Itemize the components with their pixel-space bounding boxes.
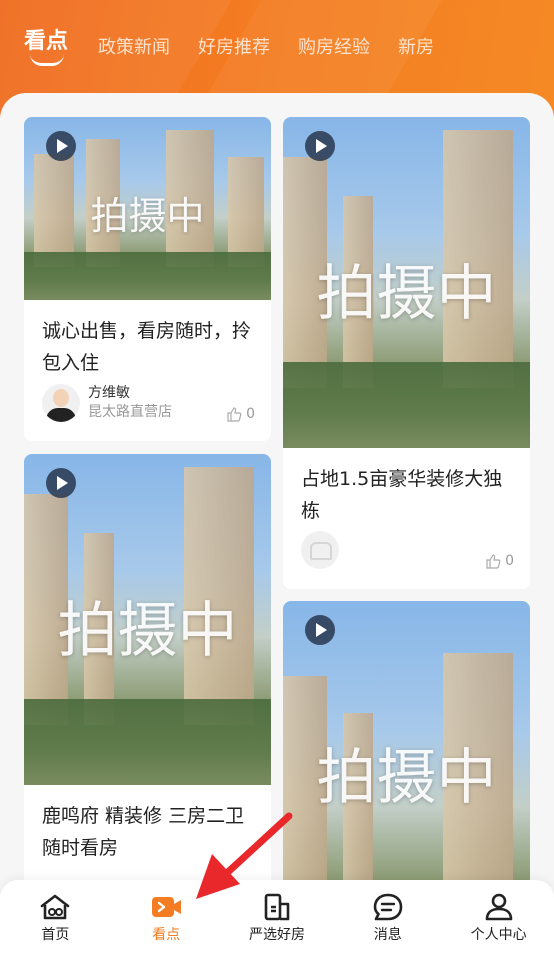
bottom-navigation: 首页 看点 严选好房 消息 个人中心 (0, 880, 554, 954)
author-info[interactable]: 方维敏 昆太路直营店 (42, 384, 172, 422)
tab-kandian[interactable]: 看点 (24, 26, 68, 66)
play-icon[interactable] (305, 615, 335, 645)
shooting-overlay-text: 拍摄中 (57, 596, 238, 666)
like-button[interactable]: 0 (226, 406, 255, 422)
nav-label: 严选好房 (248, 927, 305, 943)
play-icon[interactable] (305, 131, 335, 161)
author-store: 昆太路直营店 (88, 404, 172, 420)
nav-item-messages[interactable]: 消息 (332, 880, 443, 954)
video-thumbnail[interactable]: 拍摄中 (24, 454, 271, 785)
home-icon (41, 894, 70, 920)
nav-label: 消息 (373, 927, 402, 943)
video-card[interactable]: 拍摄中 鹿鸣府 精装修 三房二卫 随时看房 (24, 454, 271, 954)
play-icon[interactable] (46, 131, 76, 161)
nav-label: 看点 (152, 927, 181, 943)
card-title: 鹿鸣府 精装修 三房二卫 随时看房 (42, 805, 245, 859)
like-button[interactable]: 0 (485, 553, 514, 569)
author-name: 方维敏 (88, 385, 130, 401)
shooting-overlay-text: 拍摄中 (316, 259, 497, 329)
avatar (42, 384, 80, 422)
message-icon (373, 893, 403, 921)
video-card[interactable]: 拍摄中 诚心出售，看房随时，拎包入住 方维敏 昆太路直营店 0 (24, 117, 271, 441)
like-count: 0 (505, 553, 514, 569)
tab-new-homes[interactable]: 新房 (398, 26, 434, 70)
video-thumbnail[interactable]: 拍摄中 (283, 117, 530, 448)
nav-label: 个人中心 (470, 927, 527, 943)
person-icon (485, 893, 512, 921)
tab-buying-experience[interactable]: 购房经验 (298, 26, 370, 70)
category-tabs: 看点 政策新闻 好房推荐 购房经验 新房 (24, 26, 462, 70)
nav-item-selected-homes[interactable]: 严选好房 (222, 880, 333, 954)
card-title: 占地1.5亩豪华装修大独栋 (301, 468, 503, 522)
nav-label: 首页 (41, 927, 70, 943)
play-icon[interactable] (46, 468, 76, 498)
shooting-overlay-text: 拍摄中 (90, 194, 205, 238)
video-card[interactable]: 拍摄中 占地1.5亩豪华装修大独栋 0 (283, 117, 530, 589)
thumbs-up-icon (227, 407, 242, 422)
like-count: 0 (246, 406, 255, 422)
active-tab-indicator (30, 54, 64, 66)
nav-item-kandian[interactable]: 看点 (111, 880, 222, 954)
nav-item-home[interactable]: 首页 (0, 880, 111, 954)
thumbs-up-icon (486, 554, 501, 569)
tab-good-homes[interactable]: 好房推荐 (198, 26, 270, 70)
video-feed[interactable]: 拍摄中 诚心出售，看房随时，拎包入住 方维敏 昆太路直营店 0 拍摄中 占地1.… (0, 93, 554, 954)
video-thumbnail[interactable]: 拍摄中 (24, 117, 271, 300)
avatar (301, 531, 339, 569)
tab-policy-news[interactable]: 政策新闻 (98, 26, 170, 70)
shooting-overlay-text: 拍摄中 (316, 743, 497, 813)
author-info[interactable] (301, 531, 339, 569)
nav-item-profile[interactable]: 个人中心 (443, 880, 554, 954)
building-icon (264, 893, 290, 921)
card-title: 诚心出售，看房随时，拎包入住 (42, 320, 252, 374)
video-camera-icon (152, 897, 182, 917)
